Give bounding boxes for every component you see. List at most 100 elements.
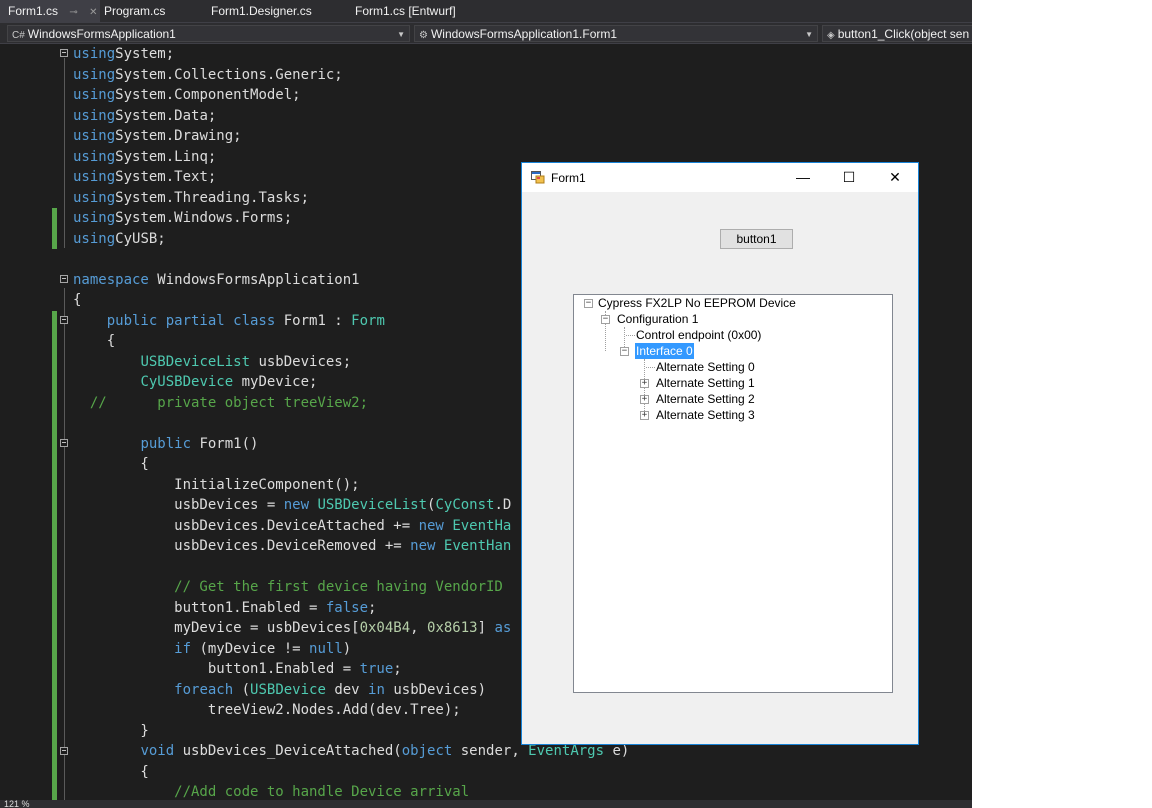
expand-icon[interactable]: + xyxy=(640,395,649,404)
collapse-icon[interactable] xyxy=(60,49,68,57)
code-line[interactable]: usingSystem.Data; xyxy=(73,106,629,127)
code-token: ] xyxy=(477,620,495,636)
expand-icon[interactable]: + xyxy=(640,411,649,420)
code-line[interactable]: usingSystem.Collections.Generic; xyxy=(73,65,629,86)
tab-form1-cs[interactable]: Form1.cs ⊸ ✕ xyxy=(0,0,100,22)
collapse-icon[interactable] xyxy=(60,747,68,755)
collapse-icon[interactable] xyxy=(60,275,68,283)
code-token: USBDeviceList xyxy=(140,353,251,370)
code-token: sender, xyxy=(452,743,529,759)
tree-node-alternate-setting[interactable]: Alternate Setting 0 xyxy=(656,359,755,375)
collapse-icon[interactable]: − xyxy=(584,299,593,308)
code-token: object xyxy=(401,743,453,759)
tree-node-interface[interactable]: Interface 0 xyxy=(635,343,694,359)
class-name: WindowsFormsApplication1.Form1 xyxy=(430,27,618,41)
code-token: myDevice; xyxy=(233,374,318,390)
code-line[interactable]: usingSystem; xyxy=(73,44,629,65)
code-line[interactable]: { xyxy=(73,762,629,783)
code-token: CyUSB; xyxy=(115,230,166,247)
pin-icon[interactable]: ⊸ xyxy=(69,7,77,18)
code-token: using xyxy=(73,230,116,247)
code-token: CyUSBDevice xyxy=(140,374,234,390)
code-token: dev xyxy=(325,681,369,698)
code-token: button1.Enabled = xyxy=(73,661,360,677)
tree-node-alternate-setting[interactable]: Alternate Setting 3 xyxy=(656,407,755,423)
tab-form1-designer-cs[interactable]: Form1.Designer.cs xyxy=(211,0,351,22)
code-token: { xyxy=(73,763,149,780)
code-token: // private object treeView2; xyxy=(73,394,369,411)
project-dropdown[interactable]: C# WindowsFormsApplication1 ▼ xyxy=(7,25,410,42)
code-token: Form1 : xyxy=(275,312,352,329)
tree-line xyxy=(626,335,635,336)
close-button[interactable]: ✕ xyxy=(872,163,918,192)
code-token: ; xyxy=(368,599,377,616)
code-token: new xyxy=(410,538,436,554)
code-token: { xyxy=(73,456,149,472)
code-token: ( xyxy=(233,681,251,698)
code-token: namespace xyxy=(73,271,149,288)
code-token: System.Threading.Tasks; xyxy=(115,189,310,206)
code-token: ) xyxy=(342,640,352,657)
code-token: System.Windows.Forms; xyxy=(115,210,293,226)
tree-node-configuration[interactable]: Configuration 1 xyxy=(617,311,698,327)
code-token: in xyxy=(368,681,385,698)
code-token: 0x04B4 xyxy=(359,620,411,636)
collapse-icon[interactable]: − xyxy=(601,315,610,324)
code-token: public partial class xyxy=(106,312,276,329)
expand-icon[interactable]: + xyxy=(640,379,649,388)
code-token: usbDevices = xyxy=(73,497,284,513)
fold-guide xyxy=(64,288,65,808)
collapse-icon[interactable] xyxy=(60,316,68,324)
code-token: usbDevices) xyxy=(384,681,487,698)
tree-node-alternate-setting[interactable]: Alternate Setting 1 xyxy=(656,375,755,391)
code-token: using xyxy=(73,148,116,165)
tree-node-device[interactable]: Cypress FX2LP No EEPROM Device xyxy=(598,295,796,311)
window-titlebar[interactable]: Form1 — ☐ ✕ xyxy=(522,163,918,192)
editor-gutter xyxy=(0,44,52,808)
code-token: null xyxy=(309,640,343,657)
code-token: new xyxy=(283,497,310,513)
member-name: button1_Click(object sen xyxy=(837,27,970,41)
device-tree-view[interactable]: − Cypress FX2LP No EEPROM Device − Confi… xyxy=(573,294,893,693)
code-token: using xyxy=(73,128,116,144)
tree-node-alternate-setting[interactable]: Alternate Setting 2 xyxy=(656,391,755,407)
zoom-status[interactable]: 121 % xyxy=(0,800,972,808)
maximize-button[interactable]: ☐ xyxy=(826,163,872,192)
code-token: foreach xyxy=(174,681,234,698)
code-line[interactable]: usingSystem.ComponentModel; xyxy=(73,85,629,106)
code-token: USBDeviceList xyxy=(317,497,428,513)
code-token: button1.Enabled = xyxy=(73,599,326,616)
member-dropdown[interactable]: ◈ button1_Click(object sen xyxy=(822,25,972,42)
code-token: } xyxy=(73,722,149,739)
class-dropdown[interactable]: ⚙ WindowsFormsApplication1.Form1 ▼ xyxy=(414,25,818,42)
code-token: new xyxy=(418,517,444,534)
close-icon[interactable]: ✕ xyxy=(89,7,97,18)
code-token: InitializeComponent(); xyxy=(73,476,360,493)
navigation-bar: C# WindowsFormsApplication1 ▼ ⚙ WindowsFor… xyxy=(0,22,972,44)
maximize-icon: ☐ xyxy=(842,169,856,185)
code-token: USBDevice xyxy=(250,681,326,698)
code-token: usbDevices_DeviceAttached( xyxy=(174,743,402,759)
minimize-button[interactable]: — xyxy=(780,163,826,192)
code-token: if xyxy=(174,640,192,657)
code-token: treeView2.Nodes.Add(dev.Tree); xyxy=(73,702,461,718)
button1[interactable]: button1 xyxy=(720,229,793,249)
code-token: using xyxy=(73,87,116,103)
code-token: using xyxy=(73,189,116,206)
code-line[interactable]: usingSystem.Drawing; xyxy=(73,126,629,147)
code-token: //Add code to handle Device arrival xyxy=(73,784,470,800)
collapse-icon[interactable] xyxy=(60,439,68,447)
code-token: using xyxy=(73,66,116,83)
code-token: CyConst xyxy=(435,497,495,513)
code-token: { xyxy=(73,333,116,349)
code-token: EventArgs xyxy=(528,743,605,759)
tab-form1-design[interactable]: Form1.cs [Entwurf] xyxy=(355,0,495,22)
code-token: System.Linq; xyxy=(115,148,217,165)
tab-program-cs[interactable]: Program.cs xyxy=(104,0,204,22)
fold-guide xyxy=(64,58,65,248)
collapse-icon[interactable]: − xyxy=(620,347,629,356)
tree-node-control-endpoint[interactable]: Control endpoint (0x00) xyxy=(636,327,761,343)
code-token: , xyxy=(410,620,428,636)
